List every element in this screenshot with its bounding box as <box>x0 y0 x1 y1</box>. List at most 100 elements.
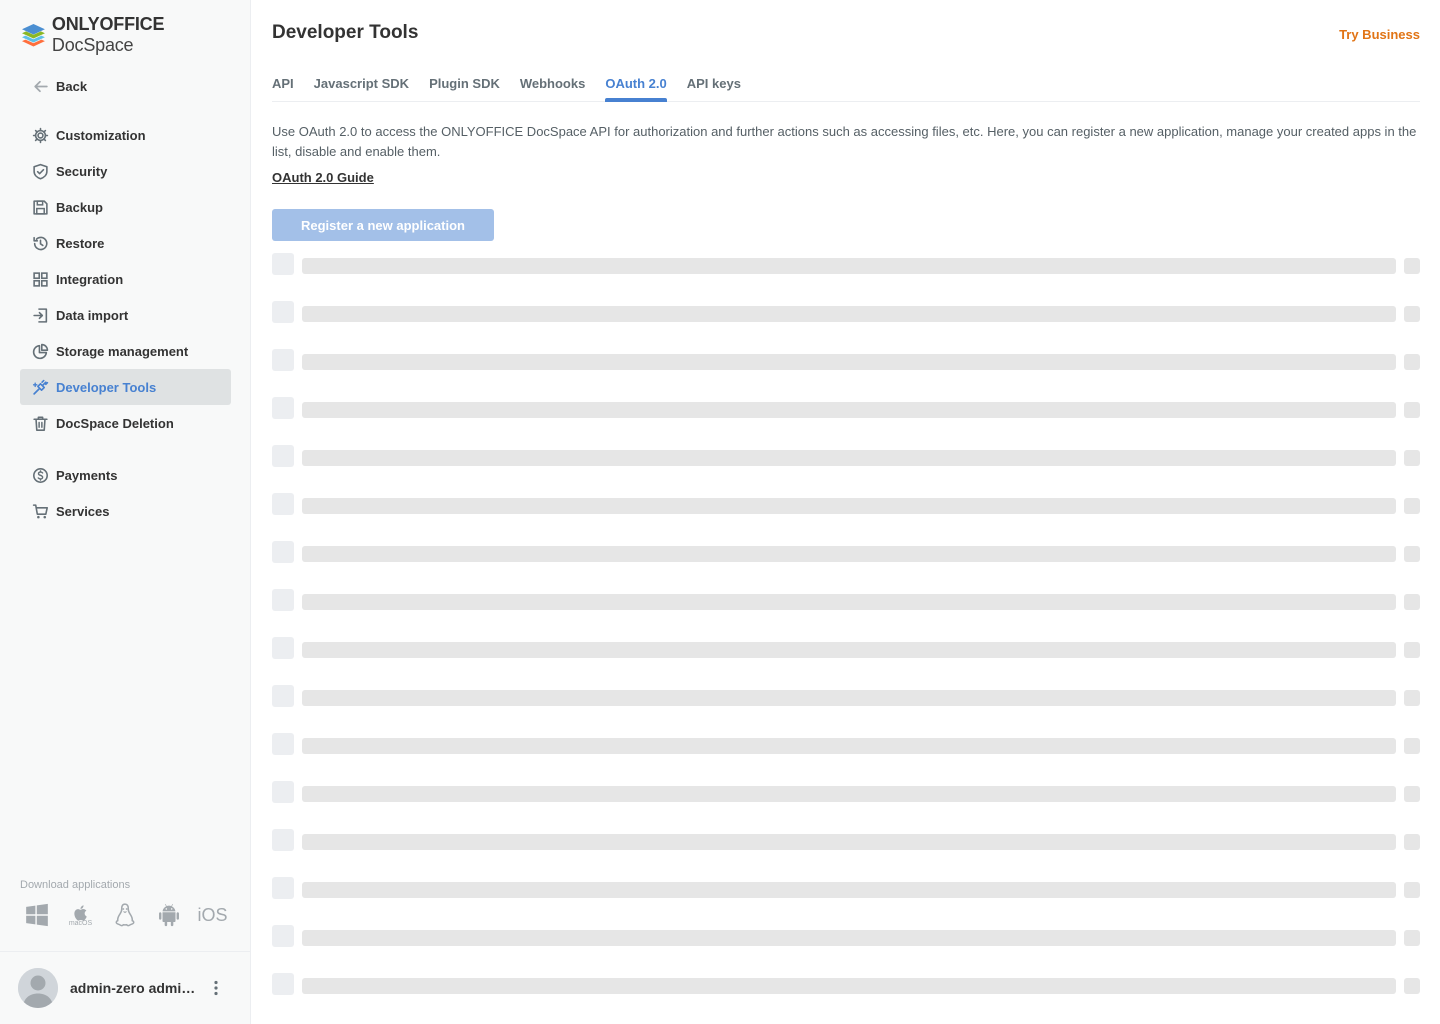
skeleton-row <box>272 397 1420 445</box>
skeleton-action <box>1404 354 1420 370</box>
sidebar-item-label: Data import <box>56 307 129 323</box>
oauth-description: Use OAuth 2.0 to access the ONLYOFFICE D… <box>272 124 1417 159</box>
skeleton-bar <box>302 402 1396 418</box>
avatar[interactable] <box>18 968 58 1008</box>
skeleton-action <box>1404 690 1420 706</box>
cart-icon <box>31 502 49 520</box>
sidebar-item-integration[interactable]: Integration <box>20 261 231 297</box>
skeleton-bar <box>302 642 1396 658</box>
skeleton-bar <box>302 882 1396 898</box>
skeleton-action <box>1404 306 1420 322</box>
tab-javascript-sdk[interactable]: Javascript SDK <box>314 72 409 102</box>
sidebar-item-payments[interactable]: Payments <box>20 457 231 493</box>
logo-text: ONLYOFFICE DocSpace <box>51 14 165 55</box>
grid-icon <box>31 270 49 288</box>
skeleton-checkbox <box>272 397 294 419</box>
back-button[interactable]: Back <box>20 68 231 104</box>
shield-icon <box>31 162 49 180</box>
windows-icon[interactable] <box>22 900 51 930</box>
sidebar-item-customization[interactable]: Customization <box>20 117 231 153</box>
skeleton-bar <box>302 978 1396 994</box>
skeleton-bar <box>302 258 1396 274</box>
skeleton-row <box>272 925 1420 973</box>
download-applications-title: Download applications <box>20 879 131 891</box>
sidebar-item-label: DocSpace Deletion <box>56 415 174 431</box>
profile-section: admin-zero admin-zero <box>0 951 251 1024</box>
skeleton-action <box>1404 450 1420 466</box>
sidebar-item-developer-tools[interactable]: Developer Tools <box>20 369 231 405</box>
skeleton-row <box>272 685 1420 733</box>
skeleton-row <box>272 541 1420 589</box>
try-business-link[interactable]: Try Business <box>1339 27 1420 42</box>
skeleton-bar <box>302 450 1396 466</box>
skeleton-bar <box>302 594 1396 610</box>
sidebar-item-backup[interactable]: Backup <box>20 189 231 225</box>
skeleton-row <box>272 637 1420 685</box>
skeleton-action <box>1404 402 1420 418</box>
gear-icon <box>31 126 49 144</box>
ios-label: iOS <box>197 904 228 925</box>
sidebar-item-label: Payments <box>56 467 118 483</box>
sidebar-item-docspace-deletion[interactable]: DocSpace Deletion <box>20 405 231 441</box>
macos-icon[interactable]: macOS <box>66 900 95 930</box>
tab-webhooks[interactable]: Webhooks <box>520 72 586 102</box>
sidebar-item-storage-management[interactable]: Storage management <box>20 333 231 369</box>
skeleton-checkbox <box>272 349 294 371</box>
register-application-button[interactable]: Register a new application <box>272 209 494 241</box>
developer-tools-icon <box>31 378 49 396</box>
skeleton-bar <box>302 738 1396 754</box>
skeleton-action <box>1404 882 1420 898</box>
sidebar-item-restore[interactable]: Restore <box>20 225 231 261</box>
android-icon[interactable] <box>154 900 183 930</box>
sidebar-item-label: Backup <box>56 199 103 215</box>
sidebar: ONLYOFFICE DocSpace Back Customization S… <box>0 0 251 1024</box>
trash-icon <box>31 414 49 432</box>
save-icon <box>31 198 49 216</box>
skeleton-checkbox <box>272 925 294 947</box>
page-title: Developer Tools <box>272 22 419 43</box>
skeleton-action <box>1404 594 1420 610</box>
skeleton-bar <box>302 546 1396 562</box>
sidebar-item-label: Restore <box>56 235 105 251</box>
skeleton-row <box>272 301 1420 349</box>
sidebar-item-label: Customization <box>56 127 146 143</box>
sidebar-item-services[interactable]: Services <box>20 493 231 529</box>
onlyoffice-logo-icon <box>21 24 45 47</box>
skeleton-bar <box>302 690 1396 706</box>
pie-chart-icon <box>31 342 49 360</box>
ios-icon[interactable]: iOS <box>197 900 228 930</box>
skeleton-action <box>1404 498 1420 514</box>
skeleton-row <box>272 253 1420 301</box>
tab-api-keys[interactable]: API keys <box>687 72 741 102</box>
back-label: Back <box>56 78 88 94</box>
skeleton-row <box>272 493 1420 541</box>
linux-icon[interactable] <box>110 900 139 930</box>
skeleton-checkbox <box>272 445 294 467</box>
skeleton-action <box>1404 738 1420 754</box>
skeleton-row <box>272 781 1420 829</box>
profile-name[interactable]: admin-zero admin-zero <box>70 980 200 996</box>
oauth-guide-link[interactable]: OAuth 2.0 Guide <box>272 170 374 185</box>
skeleton-bar <box>302 306 1396 322</box>
skeleton-checkbox <box>272 829 294 851</box>
skeleton-row <box>272 445 1420 493</box>
skeleton-action <box>1404 786 1420 802</box>
tab-api[interactable]: API <box>272 72 294 102</box>
loading-skeleton-list <box>272 253 1420 1021</box>
tab-oauth[interactable]: OAuth 2.0 <box>605 72 668 102</box>
sidebar-item-label: Services <box>56 503 110 519</box>
logo[interactable]: ONLYOFFICE DocSpace <box>20 14 250 55</box>
skeleton-bar <box>302 786 1396 802</box>
skeleton-action <box>1404 258 1420 274</box>
sidebar-item-label: Storage management <box>56 343 189 359</box>
download-apps-row: macOS iOS <box>22 900 242 930</box>
skeleton-checkbox <box>272 685 294 707</box>
skeleton-row <box>272 877 1420 925</box>
skeleton-row <box>272 733 1420 781</box>
sidebar-item-security[interactable]: Security <box>20 153 231 189</box>
skeleton-action <box>1404 642 1420 658</box>
skeleton-action <box>1404 978 1420 994</box>
more-options-icon[interactable] <box>208 978 224 998</box>
sidebar-item-data-import[interactable]: Data import <box>20 297 231 333</box>
tab-plugin-sdk[interactable]: Plugin SDK <box>429 72 500 102</box>
